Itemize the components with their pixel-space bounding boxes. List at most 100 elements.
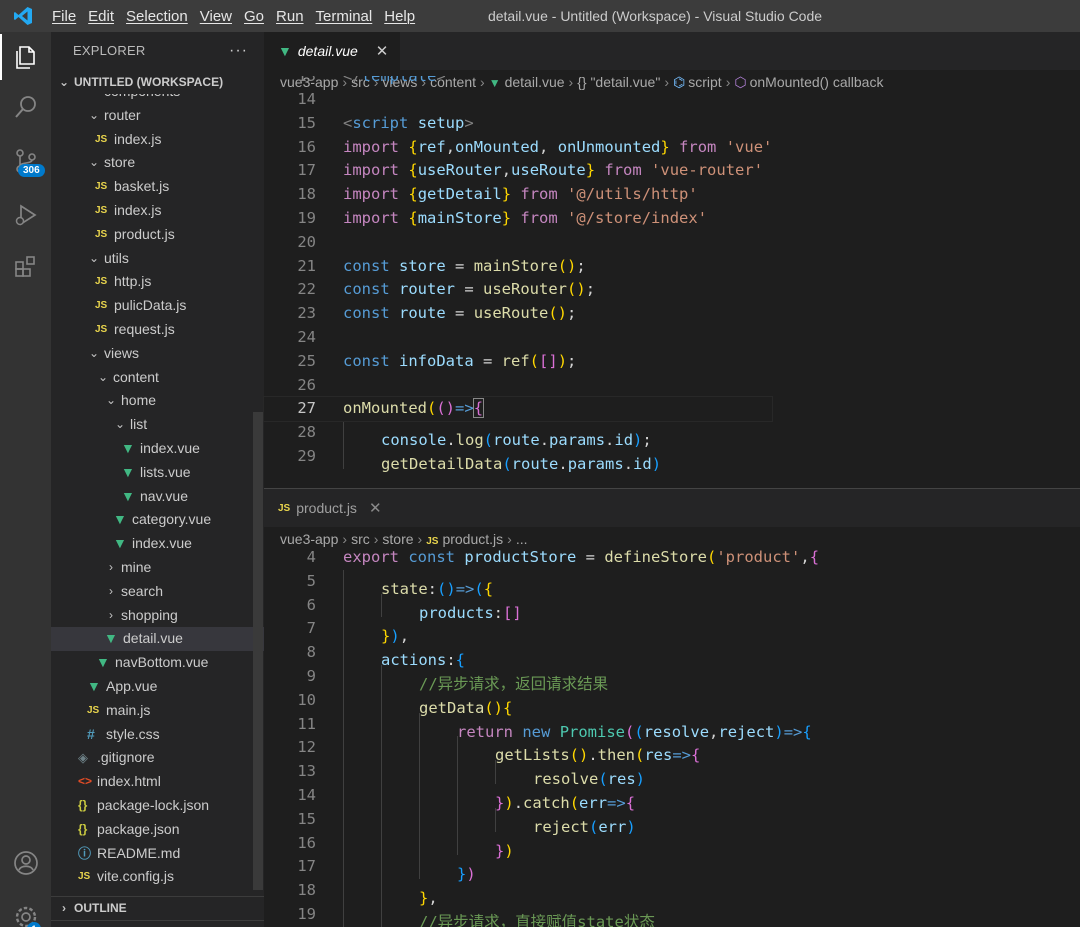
explorer-header: EXPLORER ··· (51, 32, 264, 70)
chevron-down-icon: ⌄ (105, 393, 117, 408)
tree-file-product[interactable]: JS product.js (51, 223, 264, 247)
code-line: 29 getDetailData(route.params.id) (264, 444, 772, 473)
line-number: 14 (297, 90, 316, 108)
tree-file-vite-config[interactable]: JS vite.config.js (51, 865, 264, 889)
tree-label: .gitignore (97, 749, 155, 766)
menu-selection[interactable]: Selection (120, 8, 194, 25)
tree-file-navbottom[interactable]: ▼ navBottom.vue (51, 651, 264, 675)
code-line: 23 const route = useRoute(); (264, 302, 772, 326)
tab-detail-vue[interactable]: ▼ detail.vue ✕ (264, 32, 401, 70)
tree-file-http[interactable]: JS http.js (51, 270, 264, 294)
tree-folder-home[interactable]: ⌄ home (51, 389, 264, 413)
breadcrumb-item[interactable]: vue3-app (280, 531, 338, 547)
tree-folder-mine[interactable]: › mine (51, 556, 264, 580)
sidebar-scrollbar[interactable] (253, 412, 263, 890)
tree-file-package[interactable]: {} package.json (51, 818, 264, 842)
tree-file-pulicdata[interactable]: JS pulicData.js (51, 294, 264, 318)
tree-folder-utils[interactable]: ⌄ utils (51, 247, 264, 271)
json-file-icon: {} (78, 797, 88, 812)
line-number: 29 (297, 446, 316, 465)
explorer-title: EXPLORER (73, 43, 146, 58)
js-file-icon: JS (95, 133, 108, 145)
menu-view[interactable]: View (194, 8, 238, 25)
workspace-header[interactable]: ⌄ UNTITLED (WORKSPACE) (51, 70, 264, 94)
chevron-right-icon: › (417, 531, 423, 547)
close-icon[interactable]: ✕ (369, 499, 382, 517)
tree-label: shopping (121, 606, 178, 623)
tree-file-gitignore[interactable]: ◈ .gitignore (51, 746, 264, 770)
tab-product-js[interactable]: JS product.js ✕ (264, 489, 1080, 527)
outline-section-header[interactable]: › OUTLINE (51, 896, 264, 918)
accounts-icon[interactable] (0, 838, 51, 888)
code-line: 19//异步请求，直接赋值state状态 (264, 902, 819, 927)
menu-edit[interactable]: Edit (82, 8, 120, 25)
menu-go[interactable]: Go (238, 8, 270, 25)
vue-file-icon: ▼ (104, 630, 118, 647)
close-icon[interactable]: ✕ (376, 42, 389, 60)
menu-run[interactable]: Run (270, 8, 310, 25)
tree-file-main[interactable]: JS main.js (51, 699, 264, 723)
tree-label: views (104, 344, 140, 361)
code-line: 13 resolve(res) (264, 760, 819, 788)
tree-folder-components[interactable]: ›components (51, 94, 264, 104)
source-control-badge: 306 (18, 164, 45, 177)
breadcrumb-item[interactable]: store (382, 531, 413, 547)
tree-file-lists[interactable]: ▼ lists.vue (51, 461, 264, 485)
outline-title: OUTLINE (74, 901, 127, 915)
code-area[interactable]: 4 export const productStore = defineStore… (264, 546, 819, 927)
settings-gear-icon[interactable]: 1 (0, 892, 51, 927)
explorer-icon[interactable] (0, 32, 51, 82)
chevron-right-icon: › (109, 559, 113, 574)
more-actions-icon[interactable]: ··· (229, 32, 248, 70)
info-file-icon: ⓘ (78, 845, 92, 861)
tree-folder-list[interactable]: ⌄ list (51, 413, 264, 437)
breadcrumb-item[interactable]: src (351, 531, 370, 547)
line-number: 16 (297, 833, 316, 852)
tree-folder-views[interactable]: ⌄ views (51, 342, 264, 366)
chevron-right-icon: › (62, 901, 66, 915)
extensions-icon[interactable] (0, 242, 51, 292)
tree-file-package-lock[interactable]: {} package-lock.json (51, 794, 264, 818)
tree-folder-router[interactable]: ⌄ router (51, 104, 264, 128)
tree-folder-search[interactable]: › search (51, 580, 264, 604)
code-line: 9//异步请求，返回请求结果 (264, 664, 819, 693)
code-line: 14 (264, 88, 772, 112)
menu-terminal[interactable]: Terminal (310, 8, 379, 25)
source-control-icon[interactable]: 306 (0, 136, 51, 186)
tree-file-category[interactable]: ▼ category.vue (51, 508, 264, 532)
tree-file-app[interactable]: ▼ App.vue (51, 675, 264, 699)
search-icon[interactable] (0, 82, 51, 132)
tree-folder-content[interactable]: ⌄ content (51, 366, 264, 390)
tree-file-readme[interactable]: ⓘ README.md (51, 842, 264, 866)
tree-file-request[interactable]: JS request.js (51, 318, 264, 342)
code-area[interactable]: 13 </template> 14 15 <script setup> 16 impo… (262, 76, 774, 473)
code-line: 15 <script setup> (264, 112, 772, 136)
tree-folder-store[interactable]: ⌄ store (51, 151, 264, 175)
code-line: 13 </template> (264, 76, 772, 88)
tree-file-home-index[interactable]: ▼ index.vue (51, 532, 264, 556)
breadcrumb-item[interactable]: product.js (442, 531, 503, 547)
js-file-icon: JS (95, 228, 108, 240)
code-line: 19 import {mainStore} from '@/store/index… (264, 207, 772, 231)
vue-file-icon: ▼ (87, 677, 101, 694)
chevron-right-icon: › (109, 607, 113, 622)
menu-file[interactable]: File (46, 8, 82, 25)
tree-label: main.js (106, 701, 151, 718)
tree-file-index-html[interactable]: <> index.html (51, 770, 264, 794)
css-file-icon: # (87, 725, 95, 742)
tree-file-detail[interactable]: ▼ detail.vue (51, 627, 264, 652)
tree-file-list-index[interactable]: ▼ index.vue (51, 437, 264, 461)
vue-file-icon: ▼ (121, 439, 135, 456)
tree-folder-shopping[interactable]: › shopping (51, 604, 264, 628)
tree-file-style[interactable]: # style.css (51, 723, 264, 747)
line-number: 28 (297, 423, 316, 442)
menu-help[interactable]: Help (378, 8, 421, 25)
tree-file-store-index[interactable]: JS index.js (51, 199, 264, 223)
breadcrumb-item[interactable]: ... (516, 531, 528, 547)
run-debug-icon[interactable] (0, 190, 51, 240)
tree-file-basket[interactable]: JS basket.js (51, 175, 264, 199)
editor-group-bottom: JS product.js ✕ vue3-app › src › store › JS pro… (264, 488, 1080, 927)
tree-file-router-index[interactable]: JS index.js (51, 128, 264, 152)
tree-file-nav[interactable]: ▼ nav.vue (51, 485, 264, 509)
tree-label: index.html (97, 773, 161, 790)
